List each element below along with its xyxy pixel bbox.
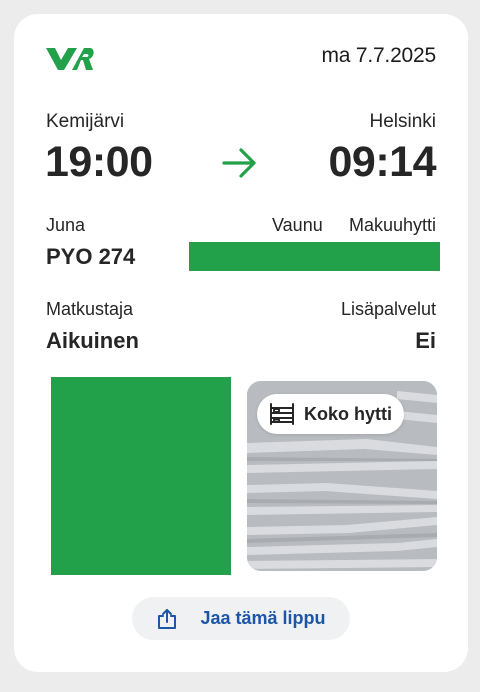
arrow-right-icon xyxy=(222,148,256,178)
share-icon xyxy=(158,608,177,629)
arrival-time: 09:14 xyxy=(328,138,437,186)
bunk-bed-icon xyxy=(270,403,294,425)
car-cabin-value-block xyxy=(189,242,440,271)
share-ticket-label: Jaa tämä lippu xyxy=(200,608,326,628)
passenger-type: Aikuinen xyxy=(46,328,139,353)
cabin-image: Koko hytti xyxy=(247,381,437,571)
extras-value: Ei xyxy=(415,328,436,353)
arrival-station: Helsinki xyxy=(369,111,436,132)
share-ticket-button[interactable]: Jaa tämä lippu xyxy=(132,597,350,640)
departure-time: 19:00 xyxy=(45,138,153,186)
car-label: Vaunu xyxy=(272,215,323,235)
cabin-type-label: Koko hytti xyxy=(304,403,392,424)
train-number: PYO 274 xyxy=(46,244,136,269)
extras-label: Lisäpalvelut xyxy=(340,299,436,319)
passenger-label: Matkustaja xyxy=(46,299,134,319)
vr-logo xyxy=(46,48,94,70)
cabin-type-badge: Koko hytti xyxy=(257,394,404,434)
ticket-card: VR ma 7.7.2025 Kemijärvi Helsinki 19:00 … xyxy=(14,14,468,672)
train-label: Juna xyxy=(46,215,86,235)
cabin-label: Makuuhytti xyxy=(348,215,436,235)
ticket-code xyxy=(51,377,231,575)
departure-station: Kemijärvi xyxy=(46,111,125,132)
travel-date: ma 7.7.2025 xyxy=(321,44,436,67)
